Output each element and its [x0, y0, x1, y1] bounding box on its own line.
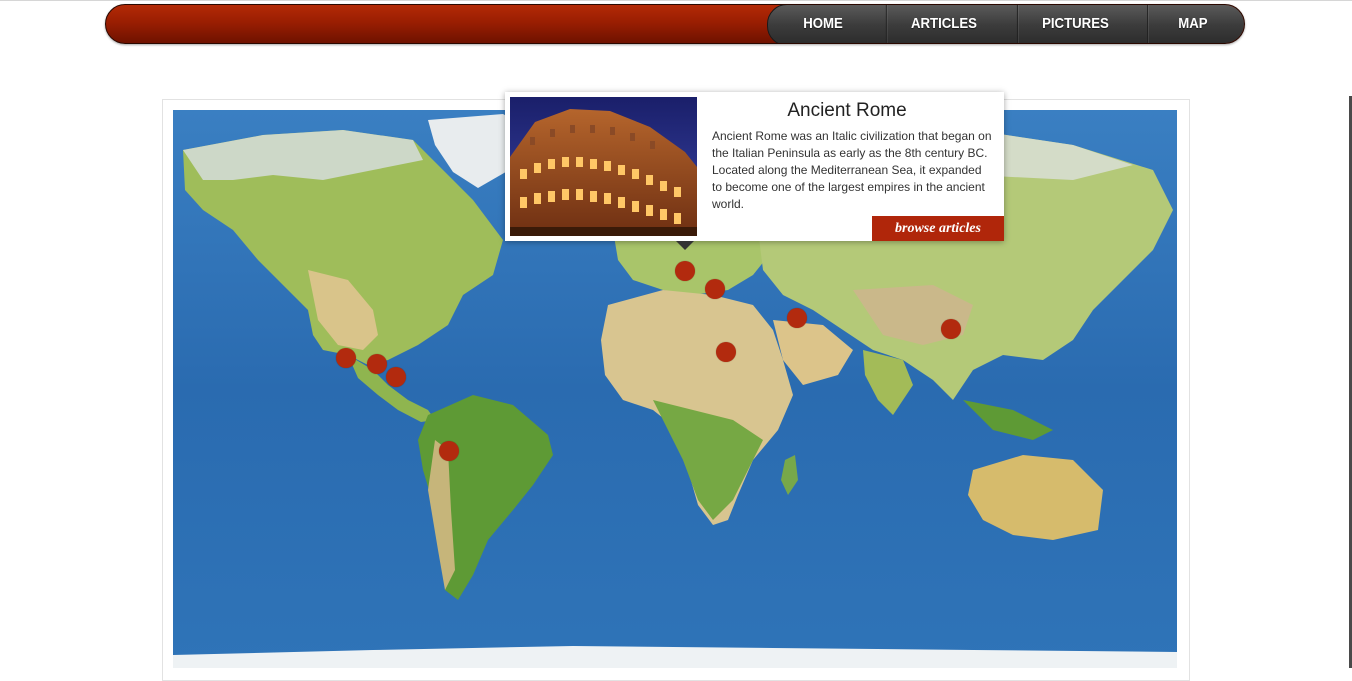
- map-marker-inca[interactable]: [439, 441, 459, 461]
- nav-home[interactable]: HOME: [775, 5, 872, 43]
- main-nav: HOME ARTICLES PICTURES MAP: [767, 5, 1244, 43]
- top-rule: [0, 0, 1352, 1]
- header-bar: HOME ARTICLES PICTURES MAP: [105, 4, 1245, 44]
- map-marker-mexico-central[interactable]: [367, 354, 387, 374]
- location-popup: Ancient Rome Ancient Rome was an Italic …: [505, 92, 1004, 241]
- map-marker-ancient-egypt[interactable]: [716, 342, 736, 362]
- browse-articles-button[interactable]: browse articles: [872, 216, 1004, 241]
- map-marker-maya[interactable]: [386, 367, 406, 387]
- map-marker-mexico-west[interactable]: [336, 348, 356, 368]
- nav-pictures[interactable]: PICTURES: [1016, 5, 1133, 43]
- nav-map[interactable]: MAP: [1147, 5, 1238, 43]
- colosseum-photo: [510, 97, 697, 236]
- popup-pointer: [676, 241, 694, 250]
- popup-title: Ancient Rome: [787, 100, 907, 121]
- map-marker-ancient-greece[interactable]: [705, 279, 725, 299]
- popup-description: Ancient Rome was an Italic civilization …: [712, 129, 992, 211]
- map-marker-ancient-rome[interactable]: [675, 261, 695, 281]
- nav-articles[interactable]: ARTICLES: [885, 5, 1001, 43]
- map-marker-ancient-china[interactable]: [941, 319, 961, 339]
- map-marker-mesopotamia[interactable]: [787, 308, 807, 328]
